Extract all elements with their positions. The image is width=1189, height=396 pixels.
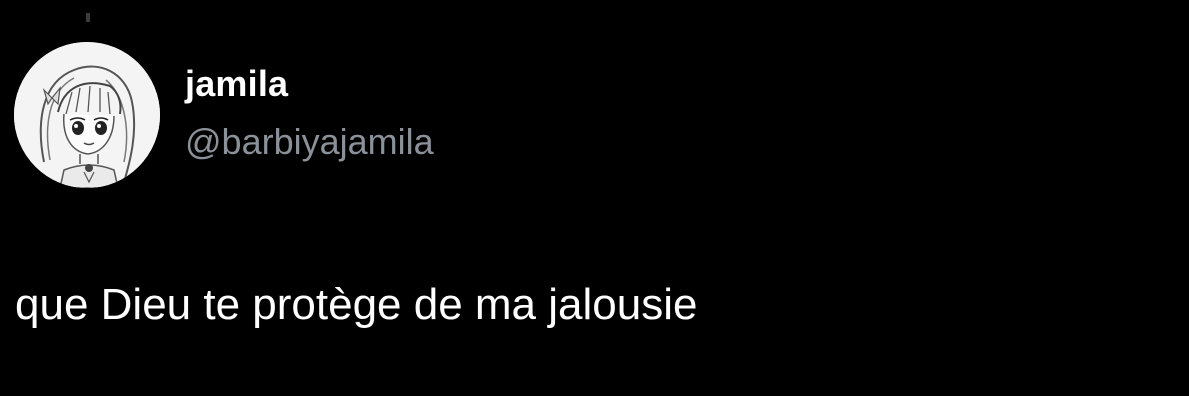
avatar[interactable] xyxy=(14,42,160,188)
anime-girl-avatar-icon xyxy=(14,42,160,188)
scroll-indicator xyxy=(86,13,90,22)
tweet-text: que Dieu te protège de ma jalousie xyxy=(15,280,698,329)
tweet-card: jamila @barbiyajamila que Dieu te protèg… xyxy=(0,0,1189,396)
user-handle[interactable]: @barbiyajamila xyxy=(185,120,434,164)
display-name[interactable]: jamila xyxy=(185,62,288,106)
